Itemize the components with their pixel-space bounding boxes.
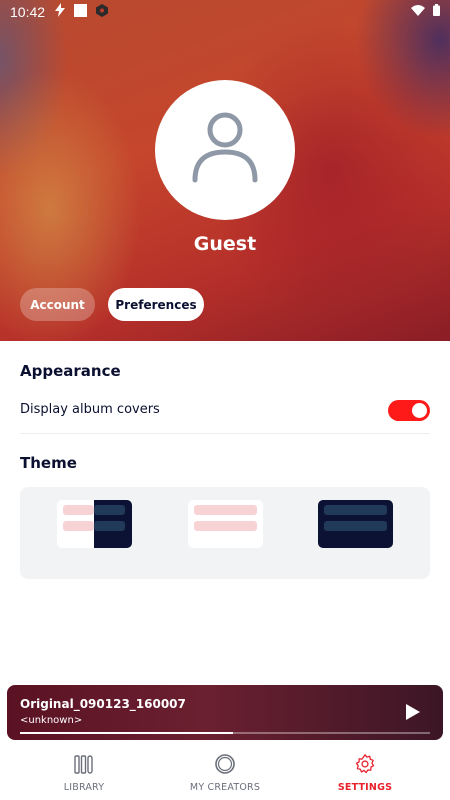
display-album-covers-toggle[interactable] <box>388 400 430 421</box>
nav-settings[interactable]: SETTINGS <box>295 753 435 793</box>
play-icon[interactable] <box>405 703 421 725</box>
mini-player[interactable]: Original_090123_160007 <unknown> <box>7 685 443 740</box>
profile-header: 10:42 Guest Account Preferences <box>0 0 450 341</box>
progress-bar[interactable] <box>20 732 430 734</box>
tab-preferences[interactable]: Preferences <box>108 288 204 321</box>
flash-icon <box>55 3 66 21</box>
nav-library[interactable]: LIBRARY <box>14 753 154 793</box>
theme-picker <box>20 487 430 579</box>
theme-bar <box>324 505 387 515</box>
battery-icon <box>433 4 440 20</box>
theme-option-light[interactable] <box>188 500 263 548</box>
tab-account[interactable]: Account <box>20 288 95 321</box>
theme-heading: Theme <box>20 454 77 472</box>
status-time: 10:42 <box>10 4 46 20</box>
app-badge-icon <box>96 3 109 21</box>
appearance-heading: Appearance <box>20 362 121 380</box>
progress-fill <box>20 732 234 734</box>
divider <box>20 433 430 434</box>
theme-option-system[interactable] <box>57 500 132 548</box>
user-icon <box>185 108 265 192</box>
theme-bar <box>63 521 94 531</box>
wifi-icon <box>411 4 425 20</box>
theme-bar <box>94 505 125 515</box>
theme-bar <box>63 505 94 515</box>
track-artist: <unknown> <box>20 715 83 726</box>
avatar[interactable] <box>155 80 295 220</box>
status-bar: 10:42 <box>0 0 450 24</box>
bottom-nav: LIBRARY MY CREATORS SETTINGS <box>0 745 450 800</box>
track-title: Original_090123_160007 <box>20 697 186 711</box>
theme-bar <box>194 505 257 515</box>
library-icon <box>73 755 95 779</box>
gear-icon <box>354 754 376 779</box>
creators-icon <box>214 754 236 779</box>
nav-library-label: LIBRARY <box>63 782 105 793</box>
username: Guest <box>193 233 257 255</box>
nav-settings-label: SETTINGS <box>337 782 393 793</box>
theme-bar <box>194 521 257 531</box>
toggle-knob <box>412 403 427 418</box>
square-icon <box>74 3 88 21</box>
theme-bar <box>94 521 125 531</box>
display-album-covers-label: Display album covers <box>20 402 160 417</box>
theme-bar <box>324 521 387 531</box>
nav-my-creators-label: MY CREATORS <box>189 782 261 793</box>
nav-my-creators[interactable]: MY CREATORS <box>155 753 295 793</box>
theme-option-dark[interactable] <box>318 500 393 548</box>
